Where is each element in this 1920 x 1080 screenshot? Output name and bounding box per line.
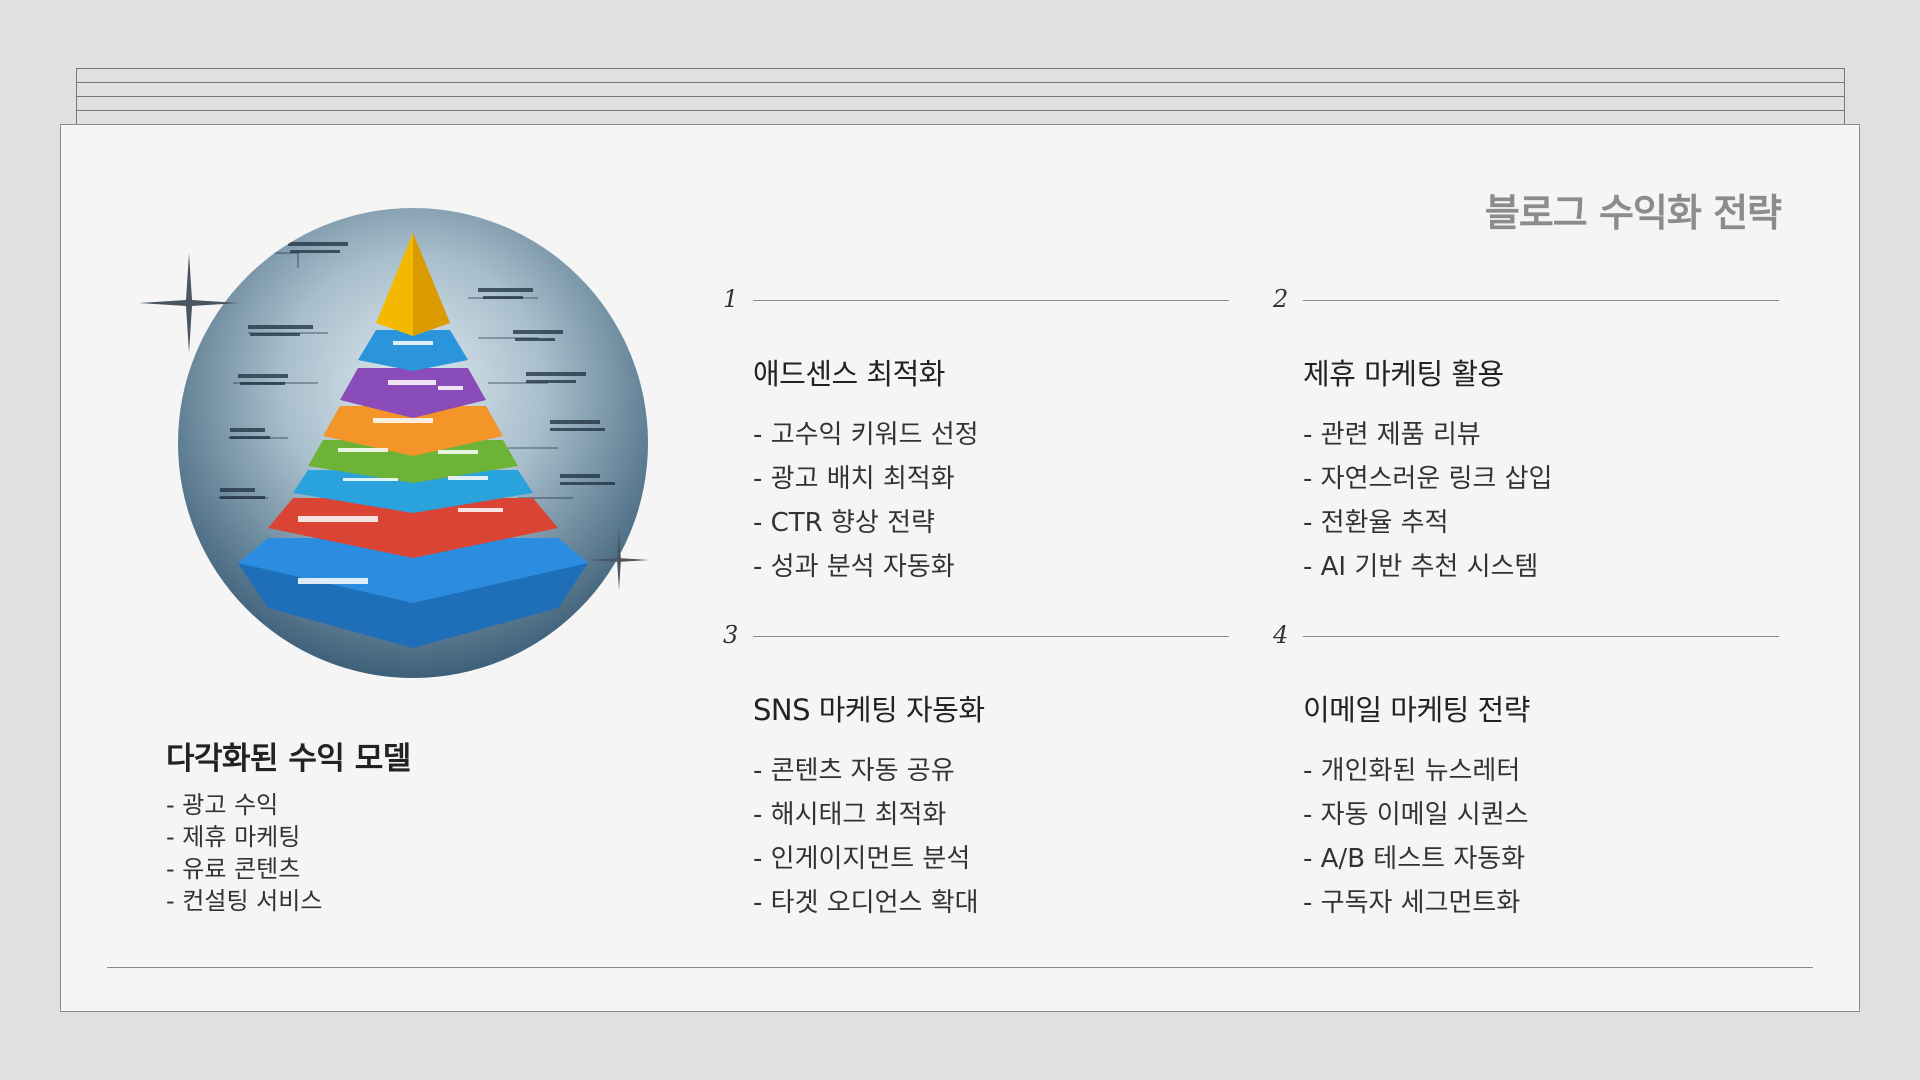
page-stack-edge: [76, 82, 1844, 83]
block-list: - 콘텐츠 자동 공유 - 해시태그 최적화 - 인게이지먼트 분석 - 타겟 …: [753, 749, 979, 925]
left-heading: 다각화된 수익 모델: [166, 741, 411, 777]
block-list: - 개인화된 뉴스레터 - 자동 이메일 시퀀스 - A/B 테스트 자동화 -…: [1303, 749, 1529, 925]
list-item: - 자동 이메일 시퀀스: [1303, 800, 1529, 830]
sparkle-icon: [139, 253, 239, 353]
bottom-divider: [107, 967, 1813, 968]
block-divider: [753, 636, 1229, 637]
block-number: 3: [723, 621, 739, 649]
revenue-pyramid-image: [178, 208, 648, 678]
block-number: 2: [1273, 285, 1289, 313]
list-item: - 관련 제품 리뷰: [1303, 420, 1481, 450]
list-item: - A/B 테스트 자동화: [1303, 844, 1526, 874]
page-stack-edge: [76, 96, 1844, 97]
list-item: - 콘텐츠 자동 공유: [753, 756, 955, 786]
list-item: - 해시태그 최적화: [753, 800, 947, 830]
list-item: - 컨설팅 서비스: [166, 887, 323, 915]
block-number: 1: [723, 285, 739, 313]
slide: 블로그 수익화 전략 다각화된 수익 모델 - 광고 수익 - 제휴 마케팅 -…: [60, 124, 1860, 1012]
block-list: - 관련 제품 리뷰 - 자연스러운 링크 삽입 - 전환율 추적 - AI 기…: [1303, 413, 1552, 589]
slide-title: 블로그 수익화 전략: [1484, 191, 1782, 235]
block-list: - 고수익 키워드 선정 - 광고 배치 최적화 - CTR 향상 전략 - 성…: [753, 413, 979, 589]
list-item: - 전환율 추적: [1303, 508, 1449, 538]
block-divider: [1303, 636, 1779, 637]
list-item: - 인게이지먼트 분석: [753, 844, 971, 874]
block-heading: 애드센스 최적화: [753, 357, 945, 391]
list-item: - 광고 배치 최적화: [753, 464, 955, 494]
page-stack-edge: [76, 110, 1844, 111]
list-item: - 개인화된 뉴스레터: [1303, 756, 1521, 786]
block-divider: [1303, 300, 1779, 301]
block-number: 4: [1273, 621, 1289, 649]
list-item: - 자연스러운 링크 삽입: [1303, 464, 1553, 494]
list-item: - 타겟 오디언스 확대: [753, 888, 979, 918]
left-list: - 광고 수익 - 제휴 마케팅 - 유료 콘텐츠 - 컨설팅 서비스: [166, 789, 322, 917]
list-item: - AI 기반 추천 시스템: [1303, 552, 1539, 582]
list-item: - 제휴 마케팅: [166, 823, 301, 851]
page-stack-side: [76, 68, 77, 124]
list-item: - 성과 분석 자동화: [753, 552, 955, 582]
list-item: - 광고 수익: [166, 791, 279, 819]
list-item: - CTR 향상 전략: [753, 508, 935, 538]
page-stack-side: [1844, 68, 1845, 124]
block-divider: [753, 300, 1229, 301]
block-heading: 제휴 마케팅 활용: [1303, 357, 1504, 391]
block-heading: 이메일 마케팅 전략: [1303, 693, 1530, 727]
list-item: - 구독자 세그먼트화: [1303, 888, 1521, 918]
list-item: - 고수익 키워드 선정: [753, 420, 979, 450]
list-item: - 유료 콘텐츠: [166, 855, 301, 883]
page-stack-edge: [76, 68, 1844, 69]
sparkle-icon: [589, 530, 649, 590]
block-heading: SNS 마케팅 자동화: [753, 693, 985, 727]
